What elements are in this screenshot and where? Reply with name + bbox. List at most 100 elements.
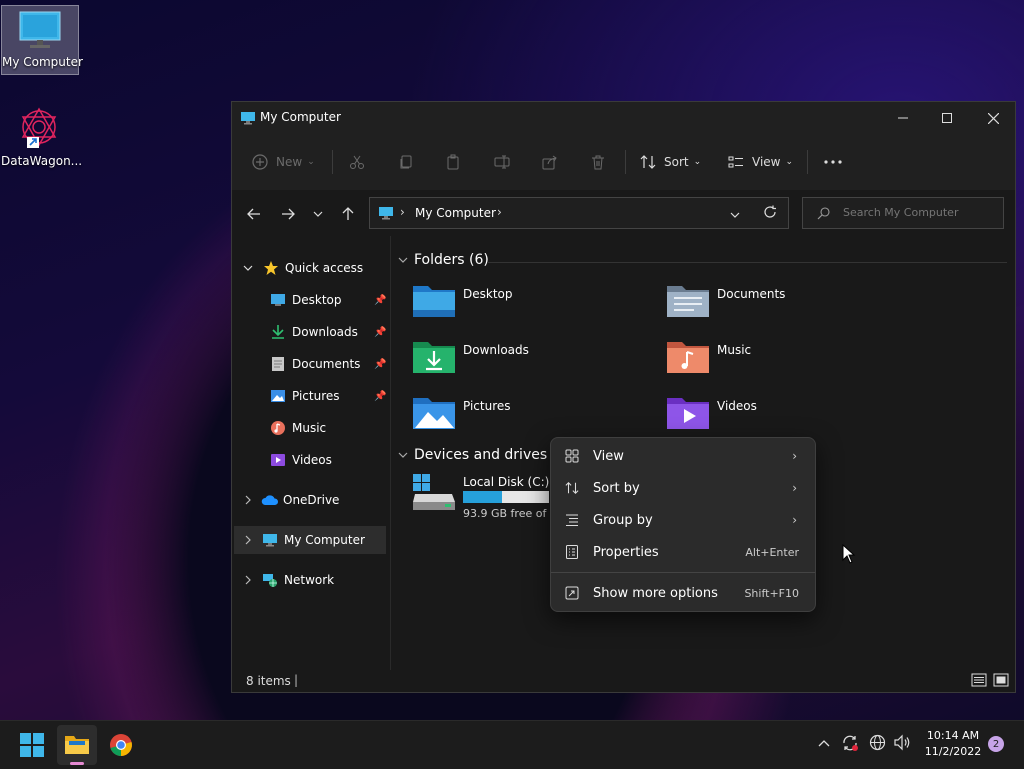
- menu-item-show-more-options[interactable]: Show more options Shift+F10: [555, 578, 811, 608]
- windows-logo-icon: [20, 733, 44, 757]
- chevron-down-icon: ⌄: [785, 157, 794, 167]
- volume-button[interactable]: [893, 734, 911, 755]
- minimize-button[interactable]: [880, 102, 926, 134]
- notification-badge[interactable]: 2: [988, 736, 1004, 752]
- sort-button[interactable]: Sort ⌄: [640, 148, 701, 176]
- network-button[interactable]: [869, 734, 886, 755]
- cut-button[interactable]: [349, 148, 365, 176]
- chevron-down-icon: [398, 257, 408, 263]
- sync-status-button[interactable]: [841, 734, 859, 756]
- menu-item-properties[interactable]: Properties Alt+Enter: [555, 537, 811, 567]
- search-icon: [817, 207, 830, 220]
- share-icon: [542, 155, 557, 170]
- sidebar-item-pictures[interactable]: Pictures 📌: [234, 382, 386, 410]
- chevron-up-icon: [818, 740, 830, 747]
- show-hidden-icons-button[interactable]: [818, 735, 830, 751]
- taskbar-chrome[interactable]: [101, 725, 141, 765]
- more-options-button[interactable]: [824, 148, 842, 176]
- sidebar-item-documents[interactable]: Documents 📌: [234, 350, 386, 378]
- sidebar-item-label: Network: [284, 573, 335, 587]
- menu-item-group-by[interactable]: Group by ›: [555, 505, 811, 535]
- sidebar-item-network[interactable]: Network: [234, 566, 386, 594]
- paste-button[interactable]: [445, 148, 461, 176]
- maximize-button[interactable]: [924, 102, 970, 134]
- chevron-right-icon: ›: [400, 205, 405, 219]
- rename-button[interactable]: [494, 148, 510, 176]
- sidebar-item-label: Quick access: [285, 261, 364, 275]
- share-button[interactable]: [542, 148, 558, 176]
- monitor-icon: [19, 11, 61, 48]
- search-input[interactable]: [841, 205, 995, 220]
- folder-name: Pictures: [463, 399, 511, 413]
- sidebar-item-music[interactable]: Music: [234, 414, 386, 442]
- chevron-down-icon: [730, 212, 740, 218]
- folder-pictures[interactable]: Pictures: [412, 394, 652, 438]
- command-bar: New ⌄ Sort ⌄ View ⌄: [232, 134, 1015, 191]
- address-bar[interactable]: › My Computer ›: [369, 197, 789, 229]
- clock[interactable]: 10:14 AM 11/2/2022: [918, 728, 988, 760]
- recent-locations-button[interactable]: [306, 202, 330, 226]
- delete-button[interactable]: [590, 148, 606, 176]
- sidebar-item-downloads[interactable]: Downloads 📌: [234, 318, 386, 346]
- sort-icon: [640, 155, 656, 169]
- close-button[interactable]: [970, 102, 1016, 134]
- sidebar-item-quick-access[interactable]: Quick access: [234, 254, 386, 282]
- menu-item-view[interactable]: View ›: [555, 441, 811, 471]
- folder-documents[interactable]: Documents: [666, 282, 906, 326]
- back-button[interactable]: [242, 202, 266, 226]
- sidebar-item-label: Pictures: [292, 389, 340, 403]
- status-bar: 8 items |: [232, 670, 1015, 692]
- sidebar-item-videos[interactable]: Videos: [234, 446, 386, 474]
- close-icon: [987, 112, 999, 124]
- address-location[interactable]: My Computer: [415, 206, 496, 220]
- chevron-down-icon: [398, 452, 408, 458]
- active-app-indicator: [70, 762, 84, 765]
- taskbar-file-explorer[interactable]: [57, 725, 97, 765]
- desktop-icon-datawagon[interactable]: DataWagon...: [1, 105, 82, 173]
- menu-separator: [551, 572, 815, 573]
- new-label: New: [276, 155, 303, 169]
- arrow-left-icon: [247, 208, 260, 220]
- copy-button[interactable]: [398, 148, 414, 176]
- large-icons-view-icon: [993, 673, 1009, 687]
- sidebar-item-my-computer[interactable]: My Computer: [234, 526, 386, 554]
- sidebar-item-label: Music: [292, 421, 327, 435]
- sidebar-item-onedrive[interactable]: OneDrive: [234, 486, 386, 514]
- folders-section-header[interactable]: Folders (6): [398, 252, 489, 268]
- devices-section-header[interactable]: Devices and drives (2: [398, 447, 566, 463]
- forward-button[interactable]: [276, 202, 300, 226]
- pin-icon: 📌: [374, 390, 387, 402]
- up-button[interactable]: [336, 202, 360, 226]
- drive-free-space: 93.9 GB free of 1: [463, 507, 557, 520]
- title-bar[interactable]: My Computer: [232, 102, 1015, 134]
- folder-music[interactable]: Music: [666, 338, 906, 382]
- drive-usage-bar: [463, 491, 549, 503]
- menu-item-shortcut: Shift+F10: [744, 586, 799, 600]
- tiles-view-button[interactable]: [993, 672, 1009, 688]
- devices-header-label: Devices and drives (2: [414, 447, 566, 463]
- video-icon: [271, 454, 285, 466]
- sidebar-item-desktop[interactable]: Desktop 📌: [234, 286, 386, 314]
- chevron-down-icon: ⌄: [693, 157, 702, 167]
- folder-name: Downloads: [463, 343, 529, 357]
- folder-desktop[interactable]: Desktop: [412, 282, 652, 326]
- cloud-icon: [261, 495, 279, 505]
- address-dropdown-button[interactable]: [730, 207, 746, 221]
- start-button[interactable]: [12, 725, 52, 765]
- desktop-icon-my-computer[interactable]: My Computer: [1, 5, 83, 75]
- new-button[interactable]: New ⌄: [252, 148, 315, 176]
- drive-local-disk-c[interactable]: Local Disk (C:) 93.9 GB free of 1: [412, 472, 557, 520]
- details-view-button[interactable]: [971, 672, 987, 688]
- rename-icon: [494, 155, 510, 169]
- downloads-folder-icon: [413, 342, 455, 373]
- menu-item-sort-by[interactable]: Sort by ›: [555, 473, 811, 503]
- refresh-button[interactable]: [763, 205, 779, 221]
- chevron-right-icon: ›: [792, 449, 797, 463]
- open-external-icon: [555, 586, 589, 600]
- folder-downloads[interactable]: Downloads: [412, 338, 652, 382]
- view-button[interactable]: View ⌄: [728, 148, 793, 176]
- pane-divider[interactable]: [390, 236, 391, 670]
- chevron-right-icon: [245, 575, 251, 585]
- search-box[interactable]: [802, 197, 1004, 229]
- folder-videos[interactable]: Videos: [666, 394, 906, 438]
